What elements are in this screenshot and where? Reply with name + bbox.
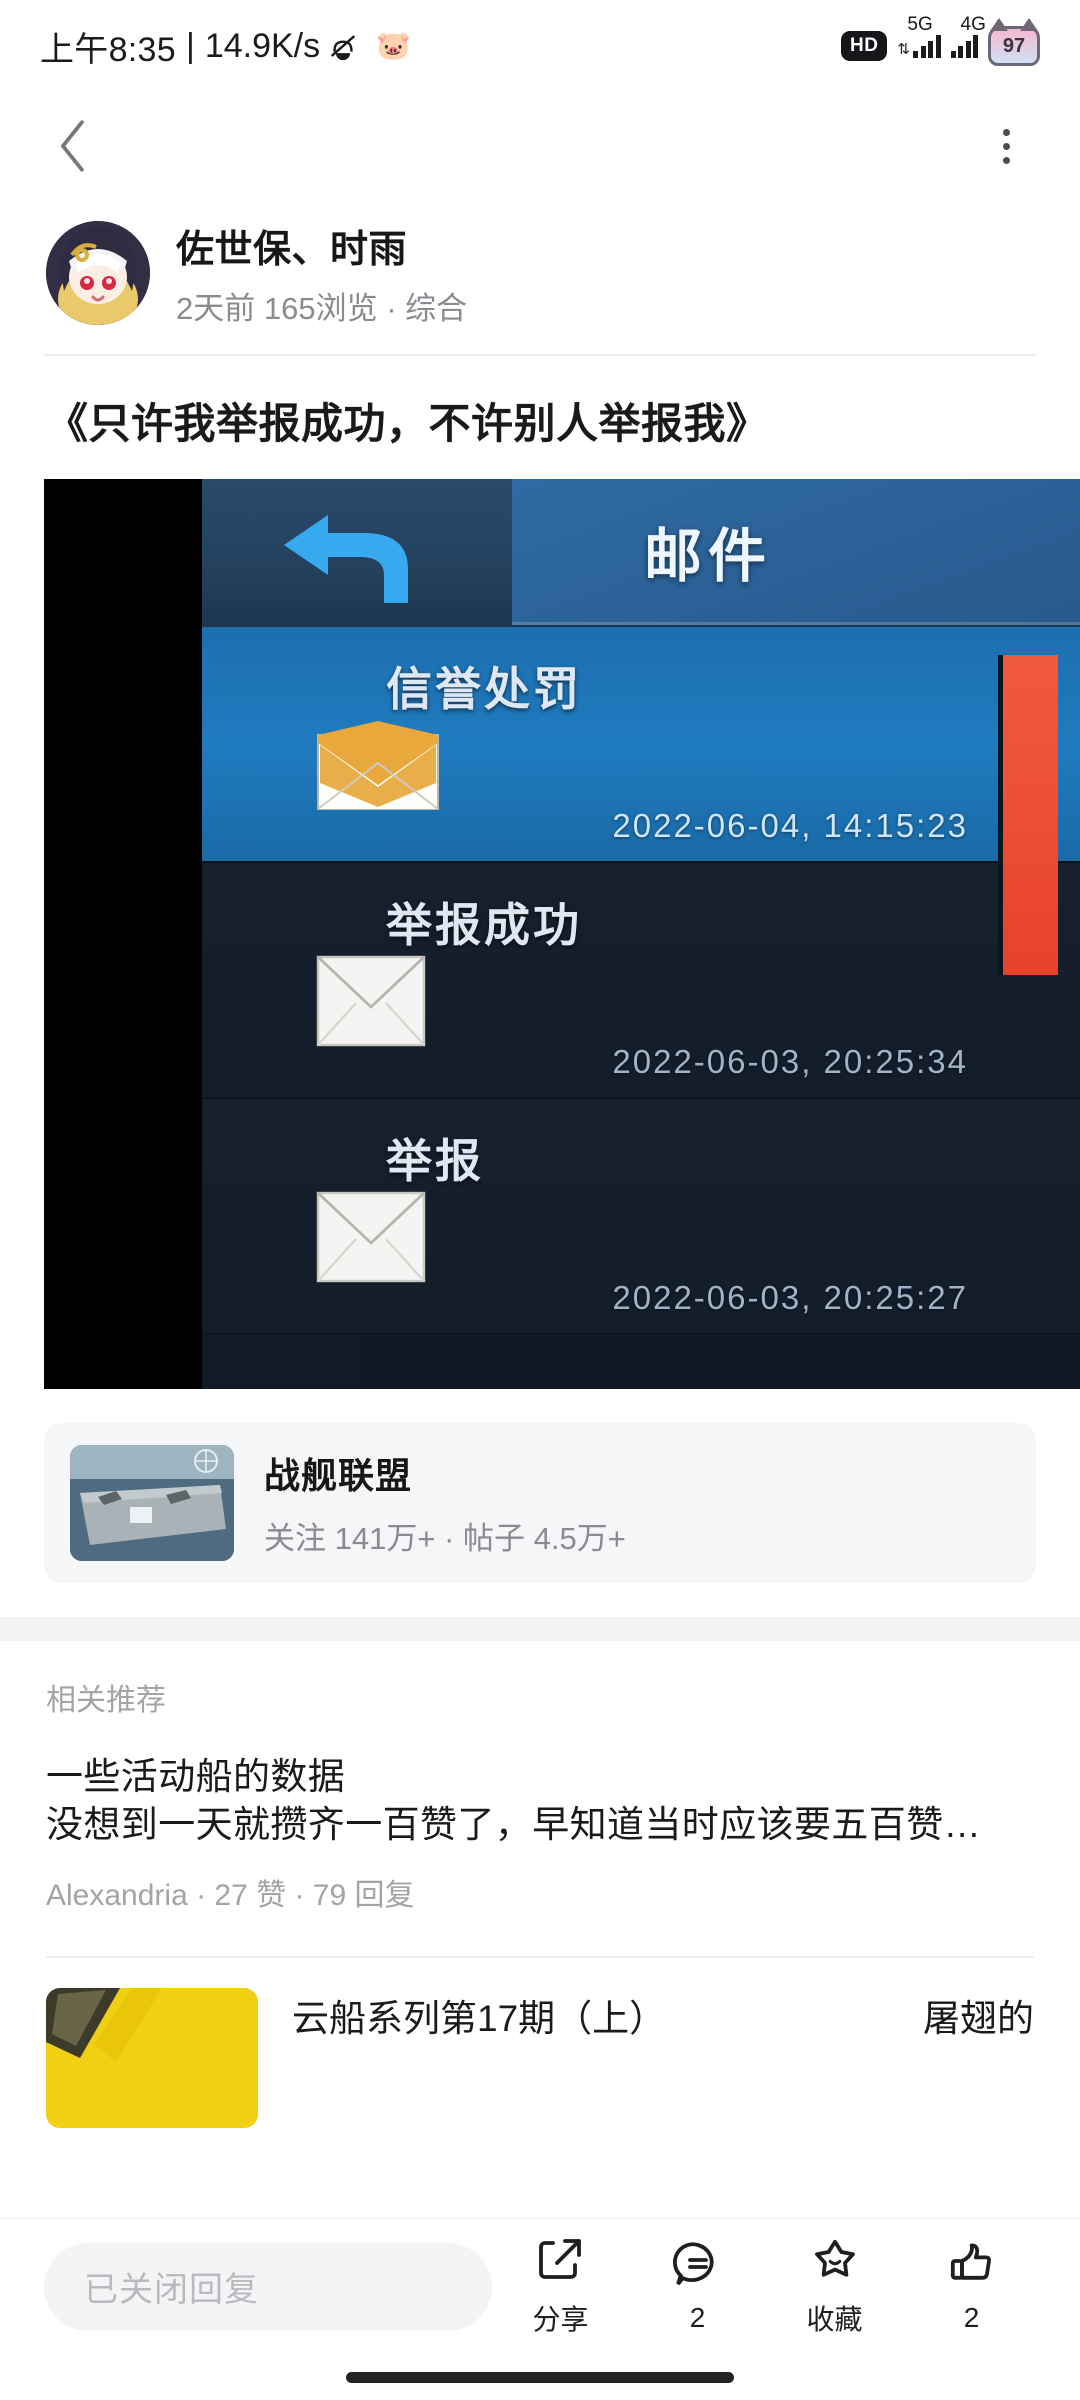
thumbs-up-icon [946,2239,998,2296]
status-bar: 上午8:35 | 14.9K/s 🐷 HD 5G ⇅ 4G 97 [0,0,1080,92]
post-image-game-mailbox[interactable]: 邮件 信誉处罚 2022-06-04, 14:15:23 举报成功 2022-0… [44,478,1080,1389]
section-gap [0,1616,1080,1641]
page-title: 《只许我举报成功，不许别人举报我》 [46,400,769,447]
status-time: 上午8:35 [40,30,176,69]
forum-stats: 关注 141万+ · 帖子 4.5万+ [264,1521,626,1556]
related-post-title: 云船系列第17期（上） [292,1998,667,2040]
signal-bars-icon [950,34,978,58]
share-icon [535,2235,587,2292]
bottom-action-bar: 已关闭回复 分享 2 收藏 2 [0,2218,1080,2354]
game-mail-title: 邮件 [644,523,773,589]
app-screen: 上午8:35 | 14.9K/s 🐷 HD 5G ⇅ 4G 97 佐世保、时雨 … [0,0,1080,2400]
game-red-panel [998,654,1058,975]
reply-input[interactable]: 已关闭回复 [44,2242,492,2331]
mail-list-bottom-edge [360,1336,1080,1389]
share-label: 分享 [532,2304,589,2335]
home-indicator-area [0,2354,1080,2400]
status-bar-right: HD 5G ⇅ 4G 97 [840,14,1040,66]
image-letterbox-left [44,478,202,1389]
star-icon [809,2235,861,2292]
author-header[interactable]: 佐世保、时雨 2天前 165浏览 · 综合 [0,200,1080,354]
post-content-scroll[interactable]: 佐世保、时雨 2天前 165浏览 · 综合 《只许我举报成功，不许别人举报我》 … [0,200,1080,2218]
author-name[interactable]: 佐世保、时雨 [176,218,467,273]
avatar[interactable] [46,221,150,325]
related-post-snippet: 没想到一天就攒齐一百赞了，早知道当时应该要五百赞… [46,1804,981,1846]
share-button[interactable]: 分享 [496,2235,626,2338]
battery-percent-label: 97 [1002,34,1026,57]
mail-row[interactable]: 举报 2022-06-03, 20:25:27 [202,1098,1080,1335]
list-item[interactable]: 一些活动船的数据 没想到一天就攒齐一百赞了，早知道当时应该要五百赞… Alexa… [0,1737,1080,1935]
status-bar-left: 上午8:35 | 14.9K/s 🐷 [40,22,411,71]
list-item[interactable]: 云船系列第17期（上） 屠翅的 [0,1958,1080,2129]
envelope-closed-icon [316,1191,440,1283]
comment-button[interactable]: 2 [633,2239,763,2334]
top-navigation-bar [0,92,1080,200]
mail-date: 2022-06-04, 14:15:23 [612,806,968,844]
related-post-meta: Alexandria · 27 赞 · 79 回复 [46,1879,415,1913]
mail-subject: 举报 [386,1134,484,1187]
hd-badge: HD [840,31,888,61]
forum-card-wrapper: 战舰联盟 关注 141万+ · 帖子 4.5万+ [0,1389,1080,1617]
more-vertical-icon[interactable] [978,118,1034,174]
data-arrows-icon: ⇅ [897,41,910,58]
mail-date: 2022-06-03, 20:25:27 [612,1278,968,1316]
mail-row[interactable]: 信誉处罚 2022-06-04, 14:15:23 [202,626,1080,863]
related-heading: 相关推荐 [46,1683,166,1717]
envelope-open-icon [316,719,440,811]
related-post-side-text: 屠翅的 [923,1998,1034,2040]
related-post-title: 一些活动船的数据 [46,1755,346,1797]
signal-bars-icon [913,34,941,58]
like-button[interactable]: 2 [907,2239,1037,2334]
sim2-network-label: 4G [960,14,986,35]
favorite-button[interactable]: 收藏 [770,2235,900,2338]
forum-name: 战舰联盟 [264,1455,413,1496]
status-separator: | [185,26,195,65]
sim1-network-label: 5G [907,14,933,35]
back-arrow-icon[interactable] [280,507,426,616]
action-buttons: 分享 2 收藏 2 [492,2235,1040,2338]
pig-emoji-icon: 🐷 [376,30,412,61]
comment-icon [672,2239,724,2296]
aircraft-carrier-thumbnail [70,1444,234,1561]
related-post-row: 云船系列第17期（上） 屠翅的 [292,1988,1034,2042]
mail-subject: 信誉处罚 [386,662,582,715]
yellow-post-thumbnail [46,1988,258,2129]
comment-count: 2 [689,2302,706,2333]
back-chevron-icon[interactable] [46,118,102,174]
reply-placeholder: 已关闭回复 [84,2271,259,2309]
signal-sim2: 4G [950,14,986,58]
bell-slash-icon [326,29,360,63]
battery-indicator: 97 [988,18,1040,66]
home-indicator[interactable] [346,2371,734,2383]
forum-card[interactable]: 战舰联盟 关注 141万+ · 帖子 4.5万+ [44,1422,1036,1583]
status-network-speed: 14.9K/s [204,26,321,65]
author-text-block: 佐世保、时雨 2天前 165浏览 · 综合 [176,218,467,328]
game-mail-list: 信誉处罚 2022-06-04, 14:15:23 举报成功 2022-06-0… [202,626,1080,1389]
envelope-closed-icon [316,955,440,1047]
signal-sim1: 5G ⇅ [897,14,941,58]
mail-subject: 举报成功 [386,898,582,951]
game-header-tab-shape [512,478,1080,625]
mail-row[interactable]: 举报成功 2022-06-03, 20:25:34 [202,862,1080,1099]
favorite-label: 收藏 [806,2304,863,2335]
mail-date: 2022-06-03, 20:25:34 [612,1042,968,1080]
like-count: 2 [963,2302,980,2333]
author-meta: 2天前 165浏览 · 综合 [176,291,468,326]
forum-text-block: 战舰联盟 关注 141万+ · 帖子 4.5万+ [264,1447,626,1558]
